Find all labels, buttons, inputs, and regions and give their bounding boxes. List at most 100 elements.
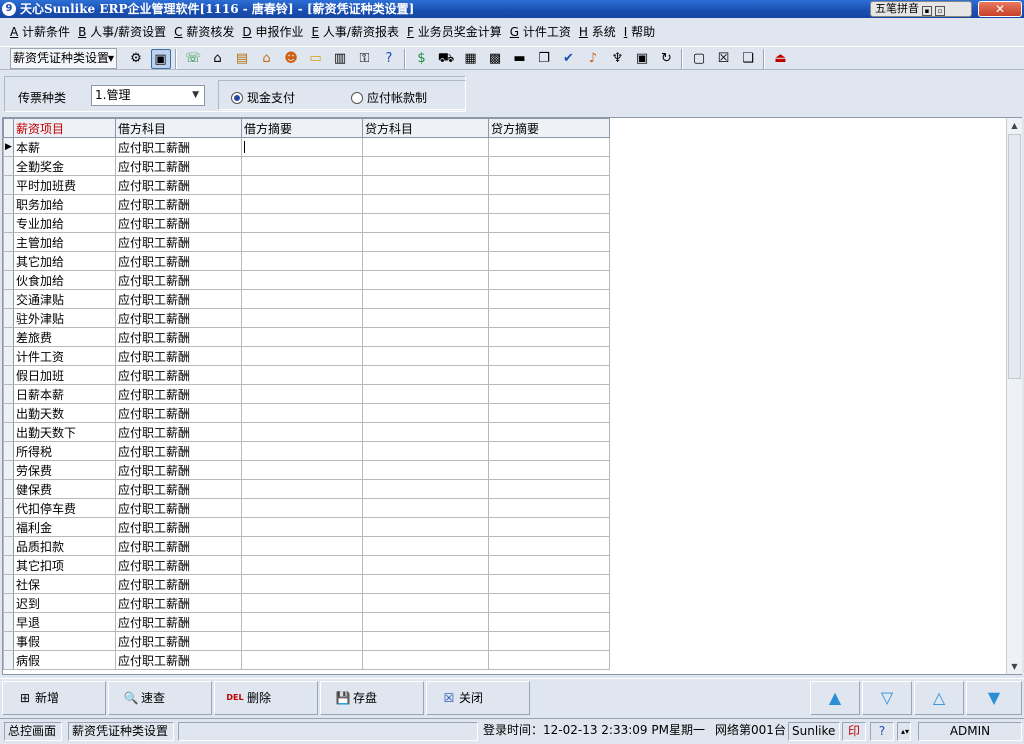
copy-icon[interactable]: ❐ <box>534 49 554 69</box>
ime-menu-icon[interactable]: ▫ <box>935 6 945 16</box>
row-indicator[interactable] <box>3 422 14 442</box>
grid-scrollbar[interactable]: ▲ ▼ <box>1006 118 1022 674</box>
ime-keyboard-icon[interactable]: ▪ <box>922 6 932 16</box>
grid-cell[interactable]: 交通津贴 <box>13 289 116 309</box>
grid-cell[interactable] <box>488 441 610 461</box>
grid-cell[interactable] <box>488 137 610 157</box>
grid-cell[interactable] <box>241 289 363 309</box>
row-indicator[interactable] <box>3 479 14 499</box>
refresh-icon[interactable]: ↻ <box>657 49 677 69</box>
table-row[interactable]: 主管加给 应付职工薪酬 <box>3 232 613 252</box>
grid-cell[interactable] <box>362 555 489 575</box>
grid-cell[interactable] <box>488 574 610 594</box>
grid-cell[interactable]: 应付职工薪酬 <box>115 327 242 347</box>
grid-cell[interactable] <box>362 137 489 157</box>
grid-cell[interactable]: 应付职工薪酬 <box>115 194 242 214</box>
grid-cell[interactable] <box>488 156 610 176</box>
cart-icon[interactable]: ⛟ <box>436 49 456 69</box>
table-row[interactable]: 福利金 应付职工薪酬 <box>3 517 613 537</box>
column-header[interactable]: 贷方科目 <box>362 118 489 138</box>
table-row[interactable]: 其它加给 应付职工薪酬 <box>3 251 613 271</box>
grid-cell[interactable] <box>362 536 489 556</box>
phone-icon[interactable]: ☏ <box>183 49 203 69</box>
grid-cell[interactable]: 其它扣项 <box>13 555 116 575</box>
grid-cell[interactable] <box>241 365 363 385</box>
column-header[interactable]: 薪资项目 <box>13 118 116 138</box>
grid-cell[interactable] <box>362 308 489 328</box>
grid-cell[interactable] <box>241 441 363 461</box>
grid-cell[interactable] <box>362 213 489 233</box>
grid-cell[interactable] <box>488 460 610 480</box>
grid-cell[interactable]: 迟到 <box>13 593 116 613</box>
table-row[interactable]: 伙食加给 应付职工薪酬 <box>3 270 613 290</box>
grid-cell[interactable]: 应付职工薪酬 <box>115 517 242 537</box>
grid-cell[interactable]: 平时加班费 <box>13 175 116 195</box>
grid-cell[interactable] <box>362 631 489 651</box>
table-row[interactable]: 社保 应付职工薪酬 <box>3 574 613 594</box>
grid-cell[interactable]: 品质扣款 <box>13 536 116 556</box>
row-indicator[interactable] <box>3 194 14 214</box>
grid-cell[interactable] <box>362 498 489 518</box>
grid-cell[interactable]: 应付职工薪酬 <box>115 270 242 290</box>
grid-cell[interactable] <box>241 308 363 328</box>
grid-cell[interactable] <box>362 175 489 195</box>
screen-icon[interactable]: ▣ <box>632 49 652 69</box>
row-indicator[interactable] <box>3 346 14 366</box>
people-icon[interactable]: ☻ <box>281 49 301 69</box>
scroll-down-icon[interactable]: ▼ <box>1007 659 1022 674</box>
grid-cell[interactable] <box>241 612 363 632</box>
grid-cell[interactable] <box>488 536 610 556</box>
grid-cell[interactable] <box>362 460 489 480</box>
table-row[interactable]: 驻外津贴 应付职工薪酬 <box>3 308 613 328</box>
row-indicator[interactable] <box>3 460 14 480</box>
last-record-button[interactable]: ▼ <box>966 681 1022 715</box>
grid-cell[interactable] <box>488 479 610 499</box>
ime-indicator[interactable]: 五笔拼音 ▪ ▫ <box>870 1 972 17</box>
grid-cell[interactable] <box>362 650 489 670</box>
grid-cell[interactable] <box>241 232 363 252</box>
grid-cell[interactable] <box>488 517 610 537</box>
grid-cell[interactable] <box>488 175 610 195</box>
grid-cell[interactable] <box>488 422 610 442</box>
calculator-icon[interactable]: ▩ <box>485 49 505 69</box>
grid-cell[interactable]: 应付职工薪酬 <box>115 612 242 632</box>
grid-cell[interactable] <box>488 498 610 518</box>
grid-cell[interactable] <box>362 327 489 347</box>
grid-cell[interactable]: 差旅费 <box>13 327 116 347</box>
chevron-down-icon[interactable]: ▼ <box>108 49 114 68</box>
menu-item-e[interactable]: E 人事/薪资报表 <box>312 18 399 46</box>
dollar-icon[interactable]: $ <box>412 49 432 69</box>
grid-cell[interactable]: 应付职工薪酬 <box>115 460 242 480</box>
grid-cell[interactable] <box>488 232 610 252</box>
monitor-icon[interactable]: ▣ <box>150 49 171 69</box>
grid-cell[interactable]: 应付职工薪酬 <box>115 384 242 404</box>
table-row[interactable]: 所得税 应付职工薪酬 <box>3 441 613 461</box>
voucher-type-select[interactable]: 1.管理 ▼ <box>91 85 205 106</box>
grid-cell[interactable]: 应付职工薪酬 <box>115 251 242 271</box>
grid-cell[interactable]: 其它加给 <box>13 251 116 271</box>
grid-cell[interactable] <box>241 403 363 423</box>
grid-cell[interactable] <box>241 156 363 176</box>
grid-cell[interactable] <box>241 555 363 575</box>
grid-cell[interactable]: 病假 <box>13 650 116 670</box>
house-icon[interactable]: ⌂ <box>257 49 277 69</box>
row-indicator[interactable] <box>3 232 14 252</box>
briefcase-icon[interactable]: ▤ <box>232 49 252 69</box>
grid-cell[interactable]: 应付职工薪酬 <box>115 422 242 442</box>
row-indicator[interactable] <box>3 327 14 347</box>
grid-cell[interactable] <box>488 251 610 271</box>
save-button[interactable]: 💾 存盘 <box>320 681 424 715</box>
grid-cell[interactable] <box>362 289 489 309</box>
grid-cell[interactable] <box>241 346 363 366</box>
row-indicator[interactable] <box>3 156 14 176</box>
grid-cell[interactable]: 社保 <box>13 574 116 594</box>
row-indicator[interactable] <box>3 650 14 670</box>
table-row[interactable]: 事假 应付职工薪酬 <box>3 631 613 651</box>
menu-item-a[interactable]: A 计薪条件 <box>10 18 70 46</box>
window-close-button[interactable]: ✕ <box>978 1 1022 17</box>
help-icon[interactable]: ? <box>870 722 894 741</box>
row-indicator[interactable] <box>3 365 14 385</box>
grid-cell[interactable] <box>241 137 363 157</box>
current-row-indicator-icon[interactable]: ▶ <box>3 137 14 157</box>
first-record-button[interactable]: ▲ <box>810 681 860 715</box>
